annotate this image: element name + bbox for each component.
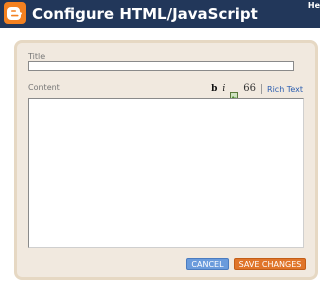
title-input[interactable] bbox=[29, 70, 293, 79]
content-label: Content bbox=[28, 83, 60, 92]
page-title: Configure HTML/JavaScript bbox=[32, 5, 258, 23]
title-field[interactable] bbox=[28, 61, 294, 79]
image-icon[interactable] bbox=[230, 85, 239, 100]
save-changes-button[interactable]: SAVE CHANGES bbox=[234, 258, 306, 270]
bold-button[interactable]: b bbox=[211, 84, 217, 94]
toolbar-divider bbox=[261, 84, 263, 94]
rich-text-link[interactable]: Rich Text bbox=[267, 85, 303, 94]
italic-button[interactable]: i bbox=[222, 84, 225, 94]
configure-panel: Title Content b i 66 Rich Text CANCEL SA… bbox=[14, 40, 318, 280]
title-label: Title bbox=[28, 52, 46, 61]
editor-toolbar: b i 66 Rich Text bbox=[211, 84, 303, 100]
header-bar: Configure HTML/JavaScript He bbox=[0, 0, 320, 28]
content-textarea[interactable] bbox=[28, 98, 304, 248]
blogger-logo-icon bbox=[4, 2, 26, 24]
cancel-button[interactable]: CANCEL bbox=[186, 258, 229, 270]
help-link[interactable]: He bbox=[308, 2, 320, 10]
quote-button[interactable]: 66 bbox=[243, 84, 256, 94]
